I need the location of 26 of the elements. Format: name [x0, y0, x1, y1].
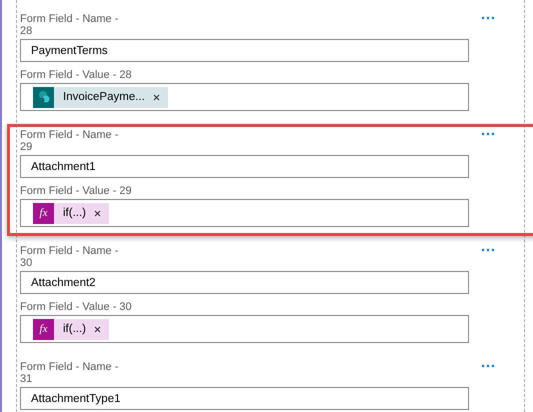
- token-field[interactable]: fx if(...): [20, 315, 469, 343]
- more-icon[interactable]: [481, 363, 495, 369]
- function-icon: fx: [33, 202, 54, 224]
- close-icon[interactable]: [94, 210, 101, 216]
- more-icon[interactable]: [481, 131, 495, 137]
- close-icon[interactable]: [94, 326, 101, 332]
- token-chip[interactable]: fx if(...): [33, 318, 109, 340]
- close-icon[interactable]: [152, 94, 160, 100]
- token-field[interactable]: fx if(...): [20, 199, 469, 227]
- token-chip[interactable]: fx if(...): [33, 202, 109, 224]
- field-label: Form Field - Name - 29: [20, 129, 120, 153]
- token-chip[interactable]: InvoicePayme...: [33, 86, 168, 108]
- more-icon[interactable]: [481, 247, 495, 253]
- field-label: Form Field - Name - 30: [20, 245, 120, 269]
- input-field[interactable]: Attachment2: [20, 271, 469, 294]
- input-field[interactable]: PaymentTerms: [20, 39, 469, 62]
- field-label: Form Field - Value - 28: [20, 69, 133, 81]
- input-field[interactable]: AttachmentType1: [20, 387, 469, 410]
- token-field[interactable]: InvoicePayme...: [20, 83, 469, 111]
- field-label: Form Field - Value - 29: [20, 185, 133, 197]
- function-icon: fx: [33, 318, 54, 340]
- field-label: Form Field - Name - 31: [20, 361, 120, 385]
- input-field[interactable]: Attachment1: [20, 155, 469, 178]
- field-label: Form Field - Value - 30: [20, 301, 133, 313]
- field-label: Form Field - Name - 28: [20, 13, 120, 37]
- more-icon[interactable]: [481, 15, 495, 21]
